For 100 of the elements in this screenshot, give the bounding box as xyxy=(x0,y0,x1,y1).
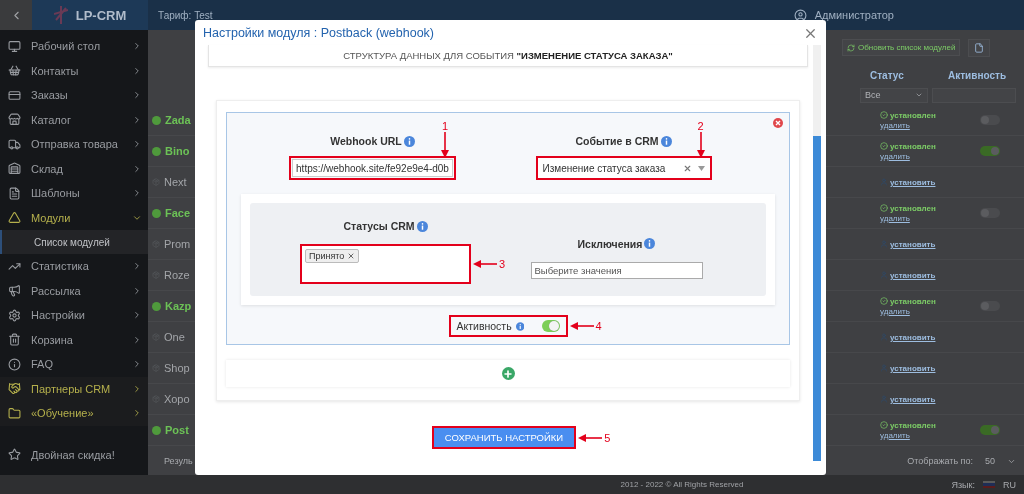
person-icon xyxy=(880,364,888,372)
truck-icon xyxy=(8,137,21,151)
structure-heading: СТРУКТУРА ДАННЫХ ДЛЯ СОБЫТИЯ "ИЗМЕНЕНИЕ СТАТУСА ЗАКАЗА" xyxy=(343,50,673,61)
person-icon xyxy=(880,395,888,403)
sidebar-item[interactable]: «Обучение» xyxy=(0,401,148,426)
sidebar-item[interactable]: Корзина xyxy=(0,327,148,352)
sidebar-item[interactable]: Партнеры CRM xyxy=(0,376,148,401)
info-icon xyxy=(416,220,428,232)
page-size-select[interactable]: 50 xyxy=(985,456,995,466)
monitor-icon xyxy=(8,39,21,53)
language-select[interactable]: RU xyxy=(1003,479,1016,490)
remove-rule-button[interactable] xyxy=(773,118,783,128)
megaphone-icon xyxy=(8,284,21,298)
module-name: Bino xyxy=(165,145,190,157)
language-label: Язык: xyxy=(951,479,975,490)
sidebar-item[interactable]: Рассылка xyxy=(0,278,148,303)
info-icon xyxy=(660,135,672,147)
document-icon xyxy=(8,186,21,200)
document-icon xyxy=(974,42,985,53)
sidebar-item[interactable]: Склад xyxy=(0,156,148,181)
remove-icon xyxy=(347,252,356,260)
check-circle-icon xyxy=(880,421,888,429)
info-icon xyxy=(515,320,525,332)
module-name: Zada xyxy=(165,114,191,126)
sidebar-item[interactable]: Двойная скидка! xyxy=(0,442,148,467)
user-icon xyxy=(793,8,807,22)
module-name: Shop xyxy=(164,362,190,374)
install-link[interactable]: установить xyxy=(890,332,936,342)
install-link[interactable]: установить xyxy=(890,177,936,187)
status-filter[interactable]: Все xyxy=(860,87,928,103)
logo: LP-CRM xyxy=(32,0,148,30)
sidebar-item[interactable]: Отправка товара xyxy=(0,132,148,157)
column-header: Статус xyxy=(870,69,905,81)
sidebar-item[interactable]: Модули xyxy=(0,205,148,230)
flag-icon xyxy=(983,481,995,488)
activity-toggle[interactable] xyxy=(542,320,560,332)
module-name: Next xyxy=(164,176,187,188)
annotation-arrow xyxy=(578,433,603,442)
info-icon xyxy=(403,135,415,147)
field-label: Статусы CRM xyxy=(343,220,415,232)
module-name: Хоро xyxy=(164,393,190,405)
activity-toggle[interactable] xyxy=(980,115,1000,125)
store-icon xyxy=(8,113,21,127)
triangle-icon xyxy=(8,211,21,225)
person-icon xyxy=(880,271,888,279)
field-label: Webhook URL xyxy=(330,135,402,147)
remove-link[interactable]: удалить xyxy=(880,120,958,130)
module-name: Prom xyxy=(164,238,191,250)
sidebar-item[interactable]: Статистика xyxy=(0,254,148,279)
sidebar-item[interactable]: Каталог xyxy=(0,107,148,132)
annotation-number: 5 xyxy=(604,431,611,444)
sidebar-item[interactable]: Контакты xyxy=(0,58,148,83)
document-button[interactable] xyxy=(968,38,991,57)
annotation-number: 2 xyxy=(697,120,704,132)
remove-link[interactable]: удалить xyxy=(880,213,958,223)
refresh-icon xyxy=(847,43,855,52)
activity-toggle[interactable] xyxy=(980,425,1000,435)
module-name: Post xyxy=(165,424,189,436)
exclusions-field[interactable]: Выберите значения xyxy=(530,261,703,279)
check-circle-icon xyxy=(880,142,888,150)
annotation-arrow xyxy=(473,260,497,268)
activity-toggle[interactable] xyxy=(980,301,1000,311)
webhook-url-field[interactable]: https://webhook.site/fe92e9e4-d0b xyxy=(292,159,453,177)
install-link[interactable]: установить xyxy=(890,363,936,373)
install-link[interactable]: установить xyxy=(890,270,936,280)
check-circle-icon xyxy=(880,111,888,119)
sidebar-item[interactable]: FAQ xyxy=(0,352,148,377)
sidebar-item[interactable]: Шаблоны xyxy=(0,181,148,206)
page-size-label: Отображать по: xyxy=(907,456,973,466)
annotation-number: 4 xyxy=(595,320,602,332)
install-link[interactable]: установить xyxy=(890,239,936,249)
install-link[interactable]: установить xyxy=(890,394,936,404)
star-icon xyxy=(8,448,21,462)
activity-label: Активность xyxy=(456,320,512,332)
caret-icon xyxy=(915,91,923,99)
activity-toggle[interactable] xyxy=(980,146,1000,156)
refresh-modules-button[interactable]: Обновить список модулей xyxy=(842,39,961,56)
activity-toggle[interactable] xyxy=(980,208,1000,218)
event-select[interactable]: Изменение статуса заказа xyxy=(537,158,710,178)
sidebar-item[interactable]: Рабочий стол xyxy=(0,34,148,59)
card-icon xyxy=(8,88,21,102)
collapse-button[interactable] xyxy=(0,0,32,30)
sidebar-item[interactable]: Настройки xyxy=(0,303,148,328)
column-header: Активность xyxy=(948,69,1008,81)
status-label: установлен xyxy=(890,203,936,213)
check-circle-icon xyxy=(880,204,888,212)
add-rule-button[interactable] xyxy=(501,367,515,380)
clear-icon xyxy=(682,163,692,173)
folder-icon xyxy=(8,406,21,420)
remove-link[interactable]: удалить xyxy=(880,151,958,161)
module-name: Roze xyxy=(164,269,190,281)
field-label: Событие в CRM xyxy=(575,135,659,147)
module-name: Kazp xyxy=(165,300,192,312)
remove-link[interactable]: удалить xyxy=(880,306,958,316)
annotation-number: 1 xyxy=(441,120,448,132)
sidebar-subitem[interactable]: Список модулей xyxy=(0,230,148,254)
remove-link[interactable]: удалить xyxy=(880,430,958,440)
person-icon xyxy=(880,333,888,341)
sidebar-item[interactable]: Заказы xyxy=(0,83,148,108)
statuses-field[interactable]: Принято xyxy=(302,246,469,282)
